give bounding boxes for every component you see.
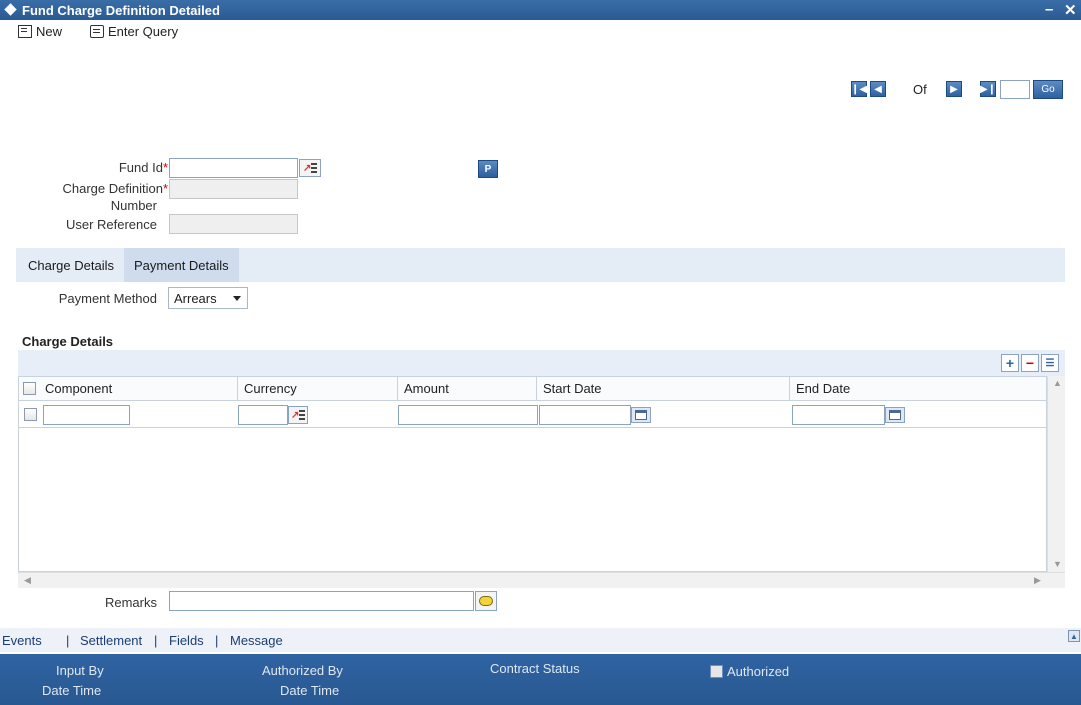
authorized-checkbox [710, 665, 723, 678]
go-button[interactable]: Go [1033, 80, 1063, 99]
grid-header-amount: Amount [398, 377, 537, 401]
grid-header-currency: Currency [238, 377, 398, 401]
component-input[interactable] [43, 405, 130, 425]
contract-status-label: Contract Status [490, 661, 580, 676]
fund-id-label-text: Fund Id [118, 160, 163, 175]
window-title: Fund Charge Definition Detailed [22, 3, 220, 18]
amount-input[interactable] [398, 405, 538, 425]
currency-lov-button[interactable]: ↗ [288, 406, 308, 424]
select-all-checkbox[interactable] [23, 382, 36, 395]
first-record-icon[interactable]: ❙◀ [851, 81, 867, 97]
payment-method-value: Arrears [174, 290, 217, 306]
grid-vertical-scrollbar[interactable]: ▲ ▼ [1047, 376, 1065, 572]
remarks-edit-button[interactable] [475, 591, 497, 611]
audit-footer: Input By Date Time Authorized By Date Ti… [0, 654, 1081, 705]
grid-header-component: Component [19, 377, 238, 401]
authorized-label: Authorized [727, 664, 790, 679]
chevron-down-icon [233, 296, 241, 301]
fields-link[interactable]: Fields [169, 633, 204, 648]
remarks-input[interactable] [169, 591, 474, 611]
currency-input[interactable] [238, 405, 288, 425]
end-date-calendar-icon[interactable] [885, 407, 905, 423]
new-button-label: New [36, 23, 63, 39]
grid-header-end-date: End Date [790, 377, 1046, 401]
fund-id-label: Fund Id* [40, 160, 168, 175]
new-button[interactable]: New [18, 22, 62, 40]
collapse-icon[interactable]: ▲ [1068, 630, 1080, 642]
minimize-icon[interactable]: – [1045, 1, 1053, 18]
message-link[interactable]: Message [230, 633, 283, 648]
payment-method-label: Payment Method [58, 291, 157, 306]
events-link[interactable]: Events [2, 633, 42, 648]
enter-query-button[interactable]: Enter Query [90, 22, 178, 40]
user-reference-input[interactable] [169, 214, 298, 234]
p-button[interactable]: P [478, 160, 498, 178]
tab-bar: Charge Details Payment Details [16, 248, 1065, 282]
charge-definition-label-line2: Number [110, 198, 157, 213]
previous-record-icon[interactable]: ◀ [870, 81, 886, 97]
link-separator: | [66, 633, 70, 648]
close-icon[interactable]: ✕ [1064, 1, 1077, 19]
scroll-down-icon[interactable]: ▼ [1053, 559, 1062, 569]
date-time-label: Date Time [42, 683, 102, 698]
scroll-left-icon[interactable]: ◀ [24, 575, 31, 586]
window-diamond-icon [4, 3, 17, 16]
add-row-icon[interactable]: + [1001, 354, 1019, 372]
enter-query-label: Enter Query [108, 23, 179, 39]
start-date-input[interactable] [539, 405, 631, 425]
tab-payment-details[interactable]: Payment Details [124, 248, 239, 282]
required-mark: * [162, 160, 168, 175]
last-record-icon[interactable]: ▶❙ [980, 81, 996, 97]
scroll-up-icon[interactable]: ▲ [1053, 378, 1062, 388]
grid-horizontal-scrollbar[interactable]: ◀ ▶ [18, 572, 1065, 588]
pager-of-label: Of [913, 82, 927, 97]
auth-date-time-label: Date Time [280, 683, 340, 698]
window-title-bar: Fund Charge Definition Detailed – ✕ [0, 0, 1081, 20]
scroll-right-icon[interactable]: ▶ [1034, 575, 1041, 586]
user-reference-label: User Reference [65, 217, 157, 232]
tab-charge-details[interactable]: Charge Details [18, 248, 124, 282]
list-of-values-icon: ↗ [303, 162, 317, 174]
grid-toolbar: + − ☰ [18, 350, 1065, 376]
query-icon [90, 24, 104, 38]
new-record-icon [18, 24, 32, 38]
charge-definition-label-text: Charge Definition [62, 181, 163, 196]
row-checkbox[interactable] [24, 408, 37, 421]
link-separator: | [154, 633, 158, 648]
charge-details-grid: Component Currency Amount Start Date End… [18, 376, 1047, 572]
payment-method-select[interactable]: Arrears [168, 287, 248, 309]
table-row: ↗ [19, 402, 1046, 428]
footer-links-bar: Events | Settlement | Fields | Message ▲ [0, 628, 1081, 652]
speech-bubble-icon [479, 596, 493, 606]
charge-definition-label: Charge Definition* [20, 181, 168, 196]
pager-page-input[interactable] [1000, 80, 1030, 99]
input-by-label: Input By [56, 663, 104, 678]
settlement-link[interactable]: Settlement [80, 633, 142, 648]
fund-id-input[interactable] [169, 158, 298, 178]
charge-definition-number-input[interactable] [169, 179, 298, 199]
next-record-icon[interactable]: ▶ [946, 81, 962, 97]
remarks-label: Remarks [104, 595, 157, 610]
start-date-calendar-icon[interactable] [631, 407, 651, 423]
charge-details-section-title: Charge Details [22, 334, 114, 349]
list-of-values-icon: ↗ [291, 409, 305, 421]
end-date-input[interactable] [792, 405, 885, 425]
link-separator: | [215, 633, 219, 648]
grid-header-start-date: Start Date [537, 377, 790, 401]
required-mark: * [162, 181, 168, 196]
delete-row-icon[interactable]: − [1021, 354, 1039, 372]
column-component-label: Component [45, 381, 113, 396]
fund-id-lov-button[interactable]: ↗ [299, 159, 321, 177]
single-view-icon[interactable]: ☰ [1041, 354, 1059, 372]
authorized-by-label: Authorized By [262, 663, 343, 678]
